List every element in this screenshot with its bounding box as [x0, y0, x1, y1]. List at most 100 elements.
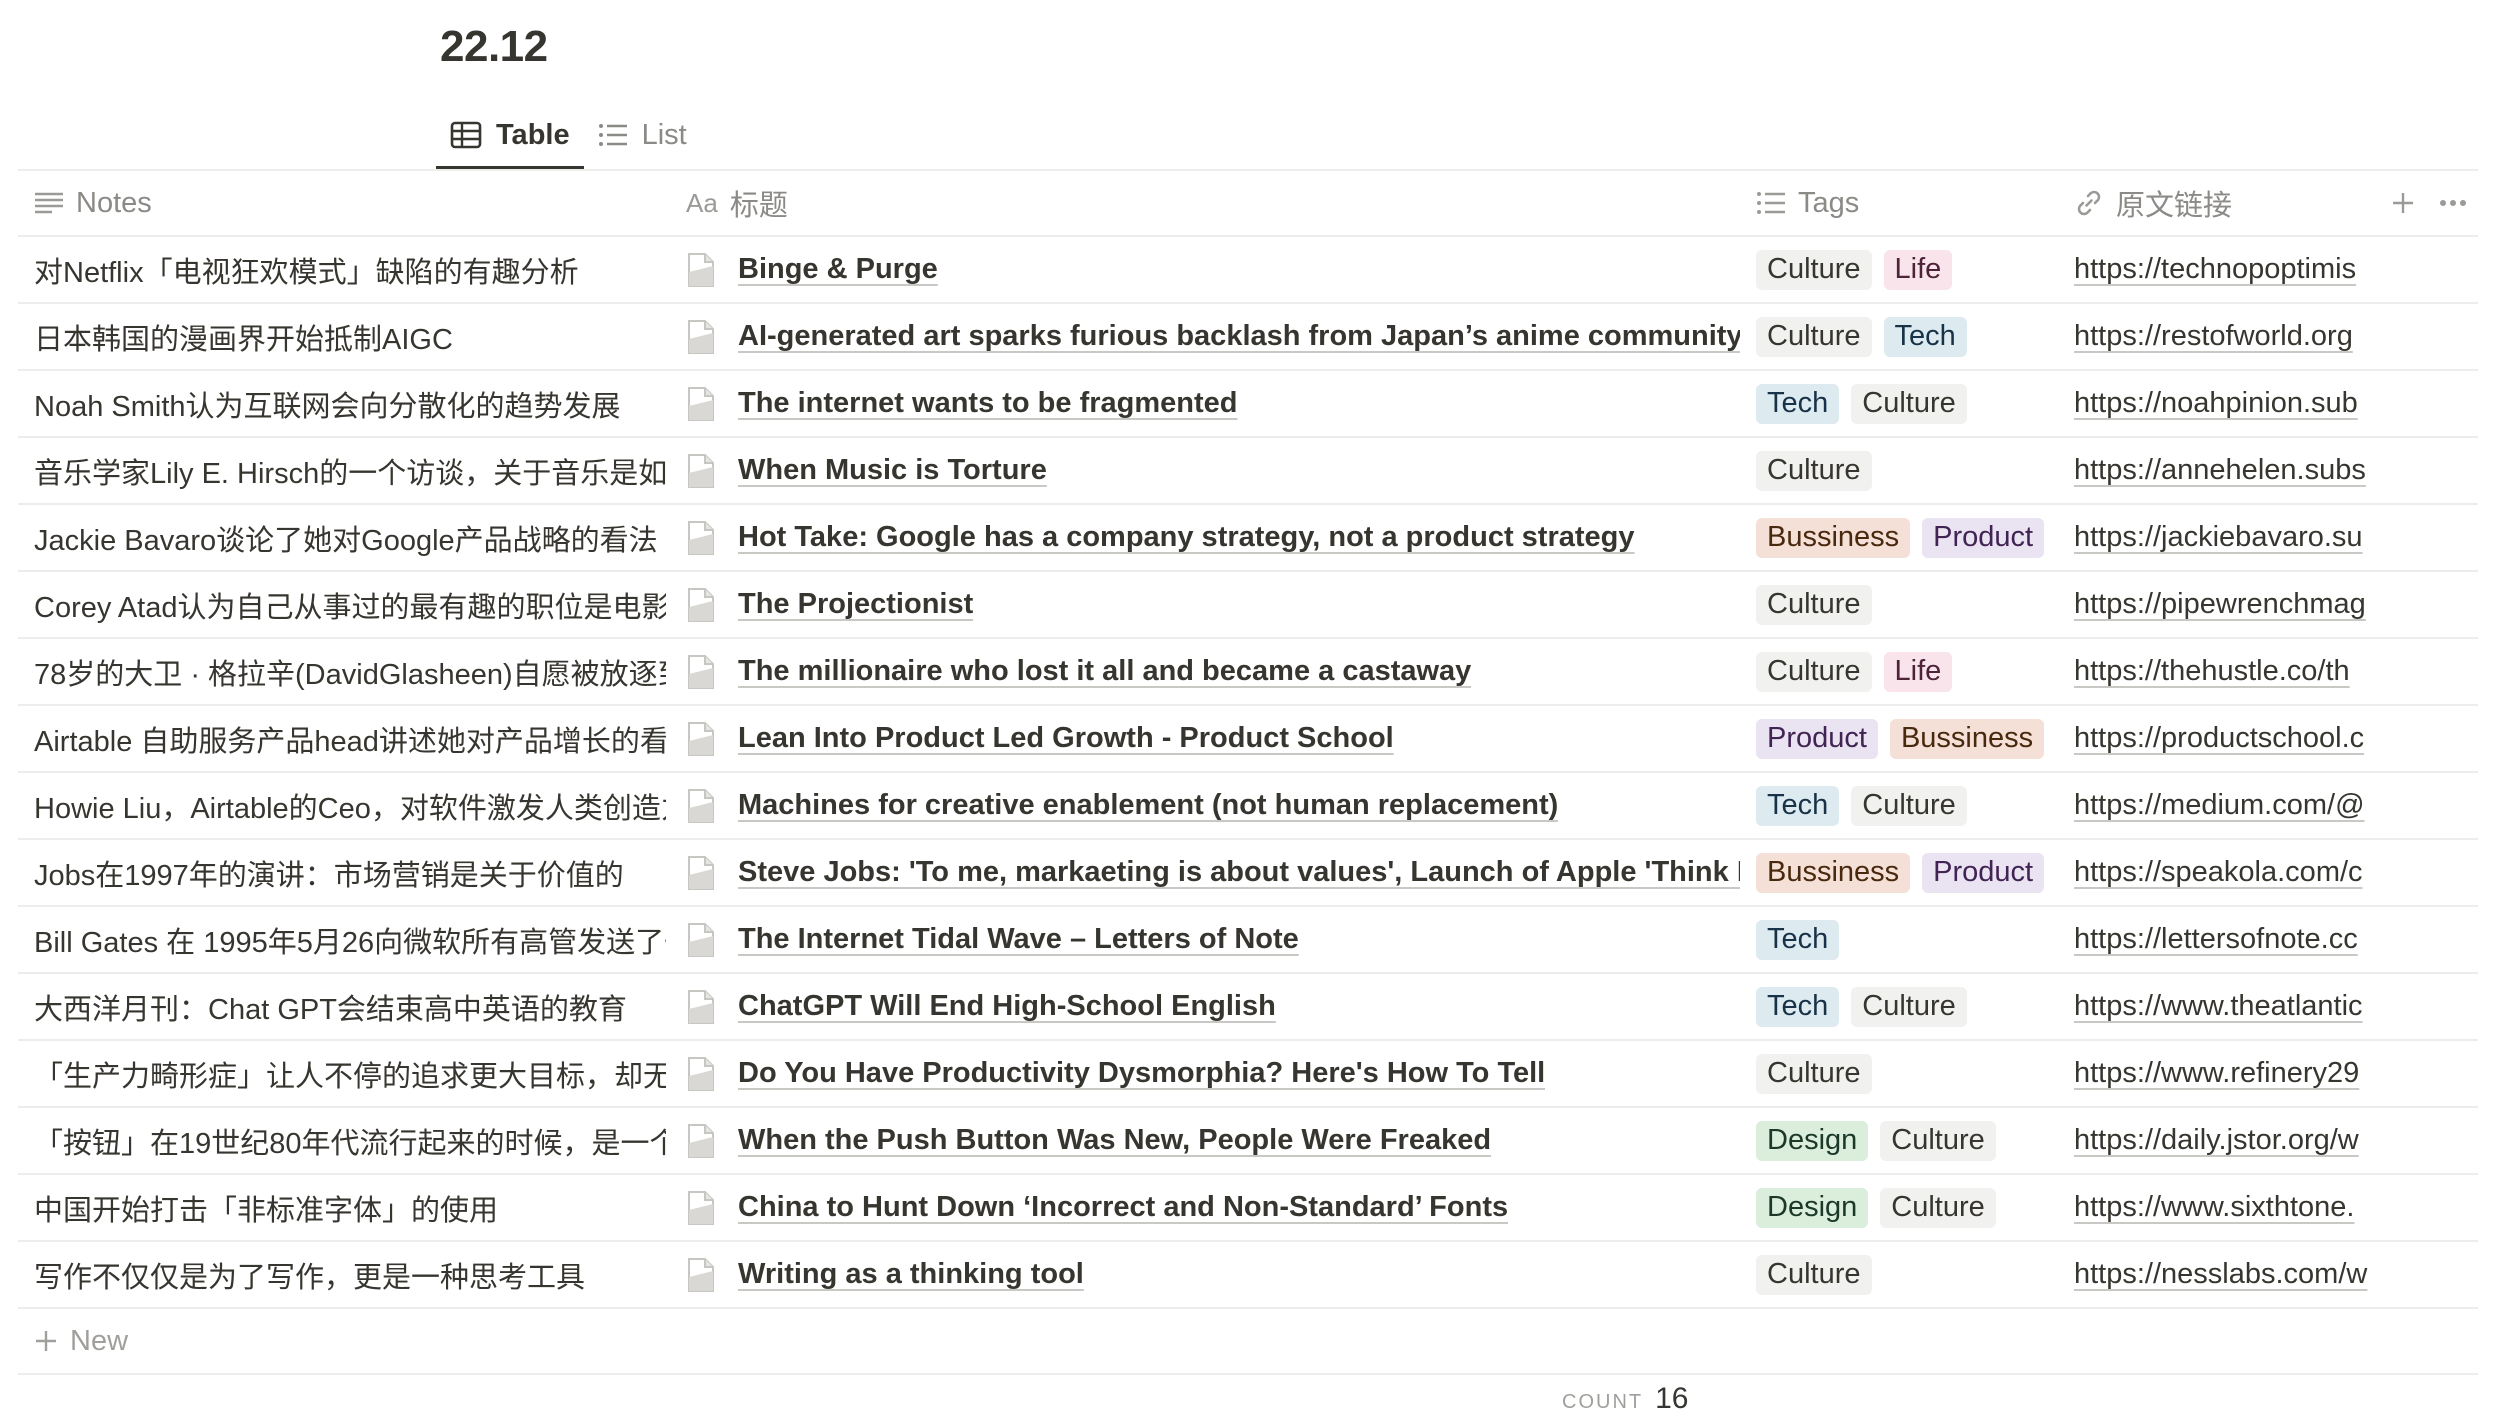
source-link[interactable]: https://daily.jstor.org/w — [2074, 1124, 2359, 1157]
title-cell[interactable]: AI-generated art sparks furious backlash… — [670, 304, 1740, 369]
source-link[interactable]: https://jackiebavaro.su — [2074, 521, 2363, 554]
table-row[interactable]: Jobs在1997年的演讲：市场营销是关于价值的 Steve Jobs: 'To … — [18, 840, 2478, 907]
new-row-cell[interactable]: New — [18, 1309, 128, 1373]
table-row[interactable]: 写作不仅仅是为了写作，更是一种思考工具 Writing as a thinking… — [18, 1242, 2478, 1309]
tag-culture[interactable]: Culture — [1756, 316, 1872, 357]
source-link[interactable]: https://thehustle.co/th — [2074, 655, 2350, 688]
tag-culture[interactable]: Culture — [1851, 785, 1967, 826]
link-cell[interactable]: https://productschool.c — [2058, 706, 2378, 771]
page-title-link[interactable]: ChatGPT Will End High-School English — [738, 990, 1276, 1023]
tag-life[interactable]: Life — [1883, 249, 1953, 290]
page-title-link[interactable]: Do You Have Productivity Dysmorphia? Her… — [738, 1057, 1545, 1090]
add-property-button[interactable] — [2378, 171, 2428, 235]
tag-culture[interactable]: Culture — [1756, 1053, 1872, 1094]
link-cell[interactable]: https://technopoptimis — [2058, 237, 2378, 302]
column-header-title[interactable]: Aa 标题 — [670, 171, 1740, 235]
notes-cell[interactable]: 「生产力畸形症」让人不停的追求更大目标，却无睱 — [18, 1041, 666, 1106]
tag-culture[interactable]: Culture — [1756, 450, 1872, 491]
column-header-link[interactable]: 原文链接 — [2058, 171, 2378, 235]
title-cell[interactable]: The millionaire who lost it all and beca… — [670, 639, 1740, 704]
tag-culture[interactable]: Culture — [1880, 1187, 1996, 1228]
tag-culture[interactable]: Culture — [1756, 584, 1872, 625]
tag-life[interactable]: Life — [1883, 651, 1953, 692]
tag-culture[interactable]: Culture — [1851, 383, 1967, 424]
page-title-link[interactable]: The Projectionist — [738, 588, 973, 621]
page-title-link[interactable]: Binge & Purge — [738, 253, 938, 286]
source-link[interactable]: https://speakola.com/c — [2074, 856, 2363, 889]
source-link[interactable]: https://noahpinion.sub — [2074, 387, 2358, 420]
tags-cell[interactable]: Design Culture — [1742, 1108, 2054, 1173]
link-cell[interactable]: https://medium.com/@ — [2058, 773, 2378, 838]
source-link[interactable]: https://restofworld.org — [2074, 320, 2353, 353]
tags-cell[interactable]: Culture — [1742, 438, 2054, 503]
title-cell[interactable]: China to Hunt Down ‘Incorrect and Non-St… — [670, 1175, 1740, 1240]
page-title-link[interactable]: When Music is Torture — [738, 454, 1047, 487]
link-cell[interactable]: https://noahpinion.sub — [2058, 371, 2378, 436]
notes-cell[interactable]: Corey Atad认为自己从事过的最有趣的职位是电影放 — [18, 572, 666, 637]
tag-design[interactable]: Design — [1756, 1187, 1869, 1228]
table-row[interactable]: Howie Liu，Airtable的Ceo，对软件激发人类创造力 Machine… — [18, 773, 2478, 840]
tag-bussiness[interactable]: Bussiness — [1889, 718, 2045, 759]
table-row[interactable]: 「生产力畸形症」让人不停的追求更大目标，却无睱 Do You Have Produ… — [18, 1041, 2478, 1108]
tag-design[interactable]: Design — [1756, 1120, 1869, 1161]
source-link[interactable]: https://www.theatlantic — [2074, 990, 2363, 1023]
link-cell[interactable]: https://nesslabs.com/w — [2058, 1242, 2378, 1307]
notes-cell[interactable]: 大西洋月刊：Chat GPT会结束高中英语的教育 — [18, 974, 666, 1039]
table-row[interactable]: 78岁的大卫 · 格拉辛(DavidGlasheen)自愿被放逐到 The mil… — [18, 639, 2478, 706]
page-title-link[interactable]: Lean Into Product Led Growth - Product S… — [738, 722, 1394, 755]
tags-cell[interactable]: Culture — [1742, 1242, 2054, 1307]
tag-culture[interactable]: Culture — [1851, 986, 1967, 1027]
new-row-button[interactable]: New — [18, 1309, 2478, 1375]
tags-cell[interactable]: Design Culture — [1742, 1175, 2054, 1240]
table-row[interactable]: Noah Smith认为互联网会向分散化的趋势发展 The internet wa… — [18, 371, 2478, 438]
link-cell[interactable]: https://www.refinery29 — [2058, 1041, 2378, 1106]
page-title-link[interactable]: When the Push Button Was New, People Wer… — [738, 1124, 1491, 1157]
tags-cell[interactable]: Culture Life — [1742, 639, 2054, 704]
page-title-link[interactable]: The internet wants to be fragmented — [738, 387, 1238, 420]
tags-cell[interactable]: Product Bussiness — [1742, 706, 2054, 771]
link-cell[interactable]: https://www.theatlantic — [2058, 974, 2378, 1039]
row-count[interactable]: COUNT 16 — [1562, 1382, 1688, 1416]
tag-product[interactable]: Product — [1756, 718, 1878, 759]
tag-bussiness[interactable]: Bussiness — [1756, 517, 1911, 558]
title-cell[interactable]: Lean Into Product Led Growth - Product S… — [670, 706, 1740, 771]
tags-cell[interactable]: Culture — [1742, 1041, 2054, 1106]
source-link[interactable]: https://annehelen.subs — [2074, 454, 2366, 487]
title-cell[interactable]: The Internet Tidal Wave – Letters of Not… — [670, 907, 1740, 972]
link-cell[interactable]: https://lettersofnote.cc — [2058, 907, 2378, 972]
notes-cell[interactable]: 「按钮」在19世纪80年代流行起来的时候，是一个 — [18, 1108, 666, 1173]
notes-cell[interactable]: Jackie Bavaro谈论了她对Google产品战略的看法 — [18, 505, 666, 570]
link-cell[interactable]: https://thehustle.co/th — [2058, 639, 2378, 704]
source-link[interactable]: https://www.sixthtone. — [2074, 1191, 2354, 1224]
title-cell[interactable]: Writing as a thinking tool — [670, 1242, 1740, 1307]
tags-cell[interactable]: Bussiness Product — [1742, 840, 2054, 905]
tag-culture[interactable]: Culture — [1756, 1254, 1872, 1295]
title-cell[interactable]: When Music is Torture — [670, 438, 1740, 503]
tags-cell[interactable]: Culture — [1742, 572, 2054, 637]
notes-cell[interactable]: Noah Smith认为互联网会向分散化的趋势发展 — [18, 371, 666, 436]
notes-cell[interactable]: 中国开始打击「非标准字体」的使用 — [18, 1175, 666, 1240]
table-row[interactable]: 对Netflix「电视狂欢模式」缺陷的有趣分析 Binge & Purge Cult… — [18, 237, 2478, 304]
tag-product[interactable]: Product — [1922, 852, 2045, 893]
tag-tech[interactable]: Tech — [1756, 785, 1840, 826]
title-cell[interactable]: ChatGPT Will End High-School English — [670, 974, 1740, 1039]
tag-product[interactable]: Product — [1922, 517, 2045, 558]
table-row[interactable]: Bill Gates 在 1995年5月26向微软所有高管发送了一 The Int… — [18, 907, 2478, 974]
page-title-link[interactable]: Hot Take: Google has a company strategy,… — [738, 521, 1635, 554]
title-cell[interactable]: Steve Jobs: 'To me, markaeting is about … — [670, 840, 1740, 905]
more-options-button[interactable] — [2428, 171, 2478, 235]
title-cell[interactable]: Hot Take: Google has a company strategy,… — [670, 505, 1740, 570]
title-cell[interactable]: Binge & Purge — [670, 237, 1740, 302]
page-title-link[interactable]: AI-generated art sparks furious backlash… — [738, 320, 1740, 353]
source-link[interactable]: https://www.refinery29 — [2074, 1057, 2359, 1090]
tags-cell[interactable]: Culture Tech — [1742, 304, 2054, 369]
title-cell[interactable]: Do You Have Productivity Dysmorphia? Her… — [670, 1041, 1740, 1106]
tag-tech[interactable]: Tech — [1756, 986, 1840, 1027]
table-row[interactable]: 音乐学家Lily E. Hirsch的一个访谈，关于音乐是如何 When Musi… — [18, 438, 2478, 505]
tag-bussiness[interactable]: Bussiness — [1756, 852, 1911, 893]
column-header-notes[interactable]: Notes — [18, 171, 666, 235]
page-title-link[interactable]: The millionaire who lost it all and beca… — [738, 655, 1471, 688]
title-cell[interactable]: Machines for creative enablement (not hu… — [670, 773, 1740, 838]
tag-culture[interactable]: Culture — [1756, 651, 1872, 692]
source-link[interactable]: https://lettersofnote.cc — [2074, 923, 2358, 956]
